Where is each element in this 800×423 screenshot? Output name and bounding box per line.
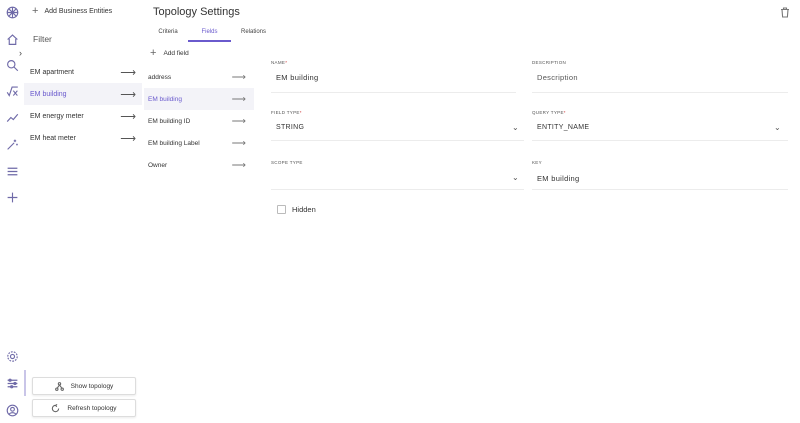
arrow-right-icon: ⟶ — [231, 137, 246, 149]
refresh-topology-button[interactable]: Refresh topology — [32, 399, 136, 417]
icon-rail — [0, 0, 26, 423]
tab-relations[interactable]: Relations — [231, 26, 276, 42]
arrow-right-icon: ⟶ — [120, 132, 136, 145]
show-topology-label: Show topology — [70, 382, 114, 390]
field-item-owner[interactable]: Owner ⟶ — [144, 154, 254, 176]
field-label: EM building ID — [148, 117, 191, 125]
show-topology-button[interactable]: Show topology — [32, 377, 136, 395]
required-marker: * — [285, 60, 288, 65]
field-item-em-building[interactable]: EM building ⟶ — [144, 88, 254, 110]
formula-icon[interactable] — [4, 83, 20, 99]
arrow-right-icon: ⟶ — [231, 159, 246, 171]
field-type-label-text: Field Type — [271, 110, 300, 115]
tab-bar: Criteria Fields Relations — [148, 26, 276, 42]
chevron-down-icon[interactable]: ⌄ — [512, 123, 519, 132]
trash-icon[interactable] — [780, 7, 792, 19]
entity-list: EM apartment ⟶ EM building ⟶ EM energy m… — [24, 61, 142, 149]
chevron-down-icon[interactable]: ⌄ — [512, 173, 519, 182]
entity-label: EM energy meter — [30, 112, 84, 120]
hidden-checkbox[interactable] — [277, 205, 286, 214]
arrow-right-icon: ⟶ — [231, 115, 246, 127]
chevron-down-icon[interactable]: ⌄ — [774, 123, 781, 132]
add-business-entities-label: Add Business Entities — [44, 8, 113, 15]
entity-label: EM heat meter — [30, 134, 76, 142]
refresh-icon — [52, 403, 60, 412]
arrow-right-icon: ⟶ — [120, 66, 136, 79]
page-title: Topology Settings — [153, 6, 240, 18]
field-label: EM building Label — [148, 139, 200, 147]
name-underline — [271, 92, 516, 93]
add-icon[interactable] — [4, 189, 20, 205]
chevron-right-icon[interactable]: › — [19, 48, 22, 58]
name-label-text: Name — [271, 60, 286, 65]
menu-icon[interactable] — [4, 163, 20, 179]
user-icon[interactable] — [4, 402, 20, 418]
field-item-em-building-label[interactable]: EM building Label ⟶ — [144, 132, 254, 154]
entity-item-em-apartment[interactable]: EM apartment ⟶ — [24, 61, 142, 83]
hidden-checkbox-label: Hidden — [292, 205, 316, 214]
key-underline — [532, 189, 788, 190]
tab-criteria[interactable]: Criteria — [148, 26, 188, 42]
field-type-label: Field Type* — [271, 110, 302, 115]
scope-type-underline — [271, 189, 524, 190]
add-field-button[interactable]: + Add field — [150, 48, 189, 59]
query-type-underline — [532, 140, 788, 141]
main-area: Topology Settings Criteria Fields Relati… — [144, 0, 800, 423]
field-label: Owner — [148, 161, 168, 169]
logo-icon[interactable] — [4, 4, 20, 20]
description-input[interactable]: Description — [537, 73, 578, 82]
key-input[interactable]: EM building — [537, 174, 580, 183]
arrow-right-icon: ⟶ — [231, 71, 246, 83]
required-marker: * — [299, 110, 302, 115]
add-business-entities-button[interactable]: + Add Business Entities — [32, 6, 112, 17]
chart-icon[interactable] — [4, 109, 20, 125]
filter-settings-icon[interactable] — [4, 375, 20, 391]
scope-type-label: Scope Type — [271, 160, 303, 165]
arrow-right-icon: ⟶ — [231, 93, 246, 105]
filter-title: Filter — [33, 34, 52, 44]
home-icon[interactable] — [4, 31, 20, 47]
query-type-label: Query Type* — [532, 110, 566, 115]
entity-item-em-heat-meter[interactable]: EM heat meter ⟶ — [24, 127, 142, 149]
field-item-address[interactable]: address ⟶ — [144, 66, 254, 88]
topology-icon — [54, 381, 64, 391]
field-type-underline — [271, 140, 524, 141]
search-icon[interactable] — [4, 57, 20, 73]
refresh-topology-label: Refresh topology — [67, 404, 117, 412]
plus-icon: + — [32, 5, 39, 17]
required-marker: * — [563, 110, 566, 115]
query-type-select[interactable]: ENTITY_NAME — [537, 124, 589, 131]
magic-icon[interactable] — [4, 136, 20, 152]
entity-item-em-energy-meter[interactable]: EM energy meter ⟶ — [24, 105, 142, 127]
filter-panel: + Add Business Entities Filter › EM apar… — [19, 0, 144, 423]
plus-icon: + — [150, 47, 157, 59]
field-type-select[interactable]: STRING — [276, 124, 304, 131]
fields-list: address ⟶ EM building ⟶ EM building ID ⟶… — [144, 66, 254, 176]
entity-label: EM apartment — [30, 68, 74, 76]
entity-label: EM building — [30, 90, 67, 98]
settings-icon[interactable] — [4, 348, 20, 364]
name-field-label: Name* — [271, 60, 287, 65]
add-field-label: Add field — [163, 50, 189, 57]
arrow-right-icon: ⟶ — [120, 88, 136, 101]
description-field-label: Description — [532, 60, 567, 65]
field-label: address — [148, 73, 172, 81]
name-input[interactable]: EM building — [276, 73, 319, 82]
arrow-right-icon: ⟶ — [120, 110, 136, 123]
tab-fields[interactable]: Fields — [188, 26, 231, 42]
description-underline — [532, 92, 788, 93]
field-label: EM building — [148, 95, 182, 103]
entity-item-em-building[interactable]: EM building ⟶ — [24, 83, 142, 105]
field-item-em-building-id[interactable]: EM building ID ⟶ — [144, 110, 254, 132]
query-type-label-text: Query Type — [532, 110, 564, 115]
key-label: Key — [532, 160, 542, 165]
